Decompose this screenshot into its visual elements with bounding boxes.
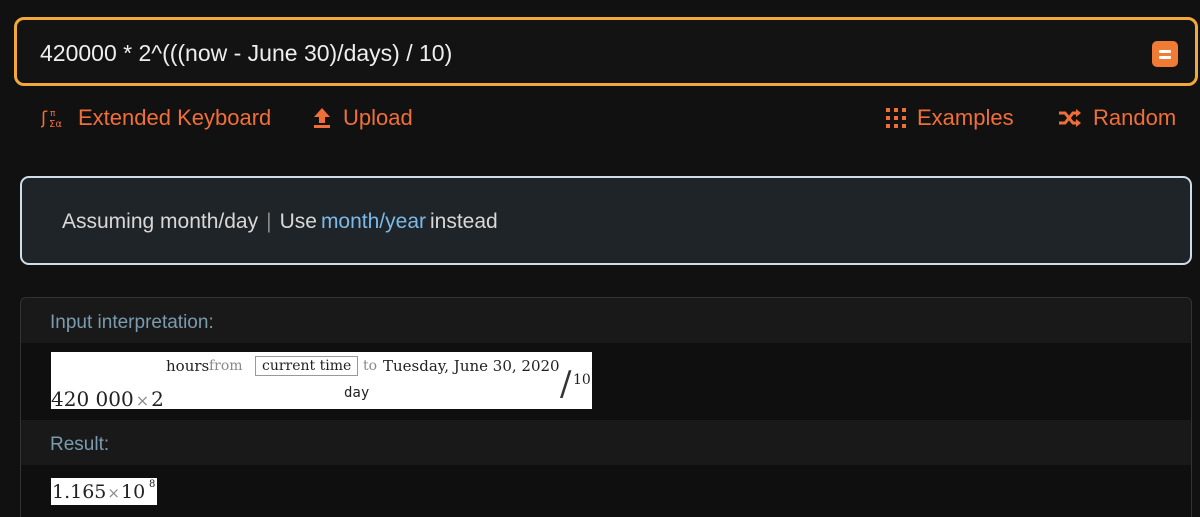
- interp-to: to: [363, 358, 378, 374]
- interp-base: 420 000 × 2: [51, 387, 164, 411]
- random-label: Random: [1093, 105, 1177, 130]
- interp-hours: hours: [166, 357, 210, 375]
- assumption-use: Use: [279, 210, 317, 233]
- input-interpretation-title: Input interpretation:: [50, 312, 214, 333]
- extended-keyboard-button[interactable]: ʃ π Σα Extended Keyboard: [41, 104, 271, 132]
- query-input[interactable]: 420000 * 2^(((now - June 30)/days) / 10): [40, 40, 452, 67]
- compute-button[interactable]: [1152, 41, 1178, 67]
- interp-date: Tuesday, June 30, 2020: [383, 357, 560, 375]
- svg-text:π: π: [50, 109, 56, 119]
- examples-button[interactable]: Examples: [886, 104, 1014, 132]
- interp-slash: /: [560, 364, 572, 404]
- input-interpretation-image: 420 000 × 2 hours from current time to Tue…: [51, 352, 592, 411]
- svg-text:Σα: Σα: [49, 119, 62, 130]
- random-button[interactable]: Random: [1058, 104, 1176, 132]
- upload-label: Upload: [343, 105, 413, 130]
- extended-keyboard-label: Extended Keyboard: [78, 105, 272, 130]
- assumption-banner: Assuming month/day | Use month/year instead: [20, 176, 1192, 265]
- assumption-prefix: Assuming month/day: [62, 210, 259, 233]
- query-input-box[interactable]: 420000 * 2^(((now - June 30)/days) / 10): [14, 17, 1198, 86]
- result-value: 1.165×10: [52, 481, 146, 503]
- assumption-suffix: instead: [430, 210, 498, 233]
- interp-day: day: [344, 385, 370, 401]
- examples-label: Examples: [917, 105, 1014, 130]
- result-pod: [21, 465, 1191, 517]
- upload-icon: [312, 107, 332, 129]
- interp-from: from: [209, 358, 243, 374]
- result-image: 1.165×10 8: [51, 478, 157, 505]
- extended-keyboard-icon: ʃ π Σα: [41, 106, 67, 130]
- month-year-link[interactable]: month/year: [321, 210, 426, 233]
- upload-button[interactable]: Upload: [312, 104, 413, 132]
- assumption-separator: |: [266, 210, 272, 233]
- random-shuffle-icon: [1058, 108, 1082, 128]
- result-exponent: 8: [149, 479, 156, 490]
- results-panel: Input interpretation: 420 000 × 2 hours fr…: [20, 297, 1192, 517]
- assumption-text: Assuming month/day | Use month/year instead: [62, 210, 498, 234]
- interp-divisor: 10: [573, 372, 591, 388]
- svg-text:ʃ: ʃ: [41, 108, 48, 129]
- result-title: Result:: [50, 434, 110, 455]
- interp-current-time: current time: [255, 356, 359, 376]
- examples-grid-icon: [886, 108, 906, 128]
